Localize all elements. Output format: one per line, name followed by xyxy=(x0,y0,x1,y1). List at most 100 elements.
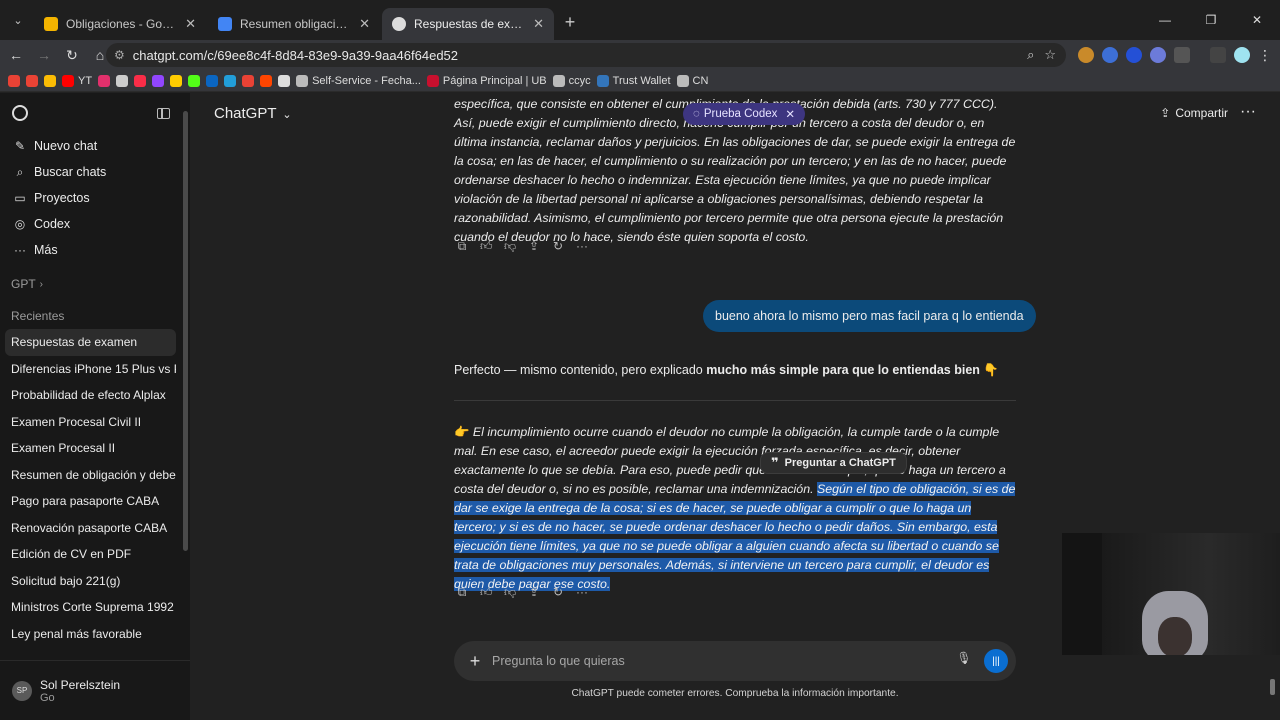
sidebar-item-new-chat[interactable]: ✎ Nuevo chat xyxy=(0,133,190,159)
chat-history-item[interactable]: Pago para pasaporte CABA xyxy=(5,488,176,515)
forward-icon[interactable]: → xyxy=(32,43,56,67)
sidebar-item-more[interactable]: ··· Más xyxy=(0,237,190,263)
bookmark-item[interactable] xyxy=(170,74,183,87)
codex-promo-pill[interactable]: ◌ Prueba Codex ✕ xyxy=(683,103,806,125)
window-close-icon[interactable]: ✕ xyxy=(1234,0,1280,40)
bookmark-item[interactable] xyxy=(44,74,56,87)
restore-icon[interactable]: ❐ xyxy=(1188,0,1234,40)
chat-history-item[interactable]: Ministros Corte Suprema 1992 xyxy=(5,594,176,621)
bookmark-item[interactable]: ccyc xyxy=(552,74,591,87)
bookmark-item[interactable] xyxy=(26,74,38,87)
chat-history-item[interactable]: Renovación pasaporte CABA xyxy=(5,515,176,542)
chatgpt-icon xyxy=(392,17,406,31)
more-options-icon[interactable]: ··· xyxy=(1240,103,1256,121)
share-icon[interactable]: ⇪ xyxy=(528,585,540,600)
user-profile[interactable]: SP Sol Perelsztein Go xyxy=(0,660,190,720)
bookmark-item[interactable] xyxy=(242,74,255,87)
zoom-icon[interactable]: ⌕ xyxy=(1027,47,1034,63)
thumbs-down-icon[interactable]: 👎︎ xyxy=(504,585,516,600)
bookmark-label: YT xyxy=(78,74,93,87)
chat-history-item[interactable]: Edición de CV en PDF xyxy=(5,541,176,568)
bookmark-favicon-icon xyxy=(170,74,183,87)
tab-groups-icon[interactable] xyxy=(1210,47,1226,63)
extension-icon[interactable] xyxy=(1150,47,1166,63)
sidebar-item-projects[interactable]: ▭ Proyectos xyxy=(0,185,190,211)
puzzle-icon[interactable] xyxy=(1174,47,1190,63)
add-attachment-icon[interactable]: + xyxy=(460,651,490,672)
close-icon[interactable]: ✕ xyxy=(185,16,196,32)
close-icon[interactable]: ✕ xyxy=(785,107,795,121)
close-icon[interactable]: ✕ xyxy=(359,16,370,32)
bookmarks-bar: YT Self-Service - Fecha... Página Principa… xyxy=(0,70,1280,92)
bookmark-item[interactable] xyxy=(152,74,165,87)
bookmark-item[interactable] xyxy=(116,74,129,87)
main-scrollbar[interactable] xyxy=(1270,679,1275,695)
bookmark-item[interactable] xyxy=(98,74,111,87)
site-info-icon[interactable]: ⚙ xyxy=(114,48,125,62)
sidebar-item-search[interactable]: ⌕ Buscar chats xyxy=(0,159,190,185)
ask-chatgpt-popup[interactable]: ❞ Preguntar a ChatGPT xyxy=(760,452,907,474)
tab-docs[interactable]: Resumen obligaciones - Docum ✕ xyxy=(208,8,380,40)
model-selector[interactable]: ChatGPT ⌄ xyxy=(214,105,292,122)
copy-icon[interactable]: ⧉ xyxy=(456,239,468,254)
assistant-message: 👉 El incumplimiento ocurre cuando el deu… xyxy=(454,423,1016,594)
bookmark-item[interactable] xyxy=(134,74,147,87)
chat-history-item[interactable]: Respuestas de examen xyxy=(5,329,176,356)
bookmark-item[interactable]: CN xyxy=(676,74,708,87)
bookmark-item[interactable]: Self-Service - Fecha... xyxy=(296,74,421,87)
chat-history-item[interactable]: Ley penal más favorable xyxy=(5,621,176,648)
share-icon[interactable]: ⇪ xyxy=(528,239,540,254)
prompt-input[interactable]: Pregunta lo que quieras xyxy=(492,654,954,668)
chat-history-item[interactable]: Solicitud bajo 221(g) xyxy=(5,568,176,595)
bookmark-item[interactable]: Trust Wallet xyxy=(596,74,671,87)
voice-mode-button[interactable]: ||| xyxy=(984,649,1008,673)
chat-history-item[interactable]: Diferencias iPhone 15 Plus vs Pro xyxy=(5,356,176,383)
bookmark-item[interactable] xyxy=(278,74,291,87)
more-dots-icon[interactable]: ··· xyxy=(576,585,588,600)
chat-history-item[interactable]: Examen Procesal Civil II xyxy=(5,409,176,436)
extension-icon[interactable] xyxy=(1102,47,1118,63)
bookmark-item[interactable] xyxy=(224,74,237,87)
recent-label: Recientes xyxy=(11,309,65,323)
back-icon[interactable]: ← xyxy=(4,43,28,67)
chat-history-item[interactable]: Probabilidad de efecto Alplax xyxy=(5,382,176,409)
thumbs-up-icon[interactable]: 👍︎ xyxy=(480,585,493,600)
bookmark-item[interactable]: Página Principal | UB xyxy=(426,74,547,87)
tab-search-icon[interactable]: ⌄ xyxy=(4,6,32,34)
bookmark-star-icon[interactable]: ☆ xyxy=(1044,47,1056,63)
browser-menu-icon[interactable]: ⋮ xyxy=(1258,47,1272,64)
chat-history-item[interactable]: Examen Procesal II xyxy=(5,435,176,462)
extension-icon[interactable] xyxy=(1078,47,1094,63)
share-button[interactable]: ⇪ Compartir xyxy=(1160,106,1228,120)
minimize-icon[interactable]: — xyxy=(1142,0,1188,40)
regenerate-icon[interactable]: ↻ xyxy=(552,585,564,600)
tab-chatgpt[interactable]: Respuestas de examen ✕ xyxy=(382,8,554,40)
extension-icon[interactable] xyxy=(1126,47,1142,63)
bookmark-item[interactable] xyxy=(8,74,20,87)
sidebar-toggle-icon[interactable] xyxy=(157,107,170,119)
bookmark-item[interactable] xyxy=(206,74,219,87)
selected-text[interactable]: Según el tipo de obligación, si es de da… xyxy=(454,482,1016,591)
thumbs-down-icon[interactable]: 👎︎ xyxy=(504,239,516,254)
url-input[interactable]: ⚙ chatgpt.com/c/69ee8c4f-8d84-83e9-9a39-… xyxy=(106,43,1066,67)
chat-history-item[interactable]: Resumen de obligación y deber xyxy=(5,462,176,489)
gpt-section[interactable]: GPT › xyxy=(0,271,190,297)
sidebar-scrollbar[interactable] xyxy=(183,111,188,551)
new-tab-button[interactable]: + xyxy=(556,8,584,36)
bookmark-item[interactable] xyxy=(188,74,201,87)
microphone-icon[interactable]: 🎙︎ xyxy=(954,651,974,671)
more-dots-icon[interactable]: ··· xyxy=(576,239,588,254)
bookmark-item[interactable] xyxy=(260,74,273,87)
webcam-overlay xyxy=(1062,533,1280,655)
regenerate-icon[interactable]: ↻ xyxy=(552,239,564,254)
sidebar-item-codex[interactable]: ◎ Codex xyxy=(0,211,190,237)
copy-icon[interactable]: ⧉ xyxy=(456,585,468,600)
bookmark-item[interactable]: YT xyxy=(62,74,93,87)
bookmark-label: Trust Wallet xyxy=(612,74,671,87)
profile-avatar-icon[interactable] xyxy=(1234,47,1250,63)
close-icon[interactable]: ✕ xyxy=(533,16,544,32)
openai-logo-icon[interactable] xyxy=(12,105,28,121)
thumbs-up-icon[interactable]: 👍︎ xyxy=(480,239,493,254)
reload-icon[interactable]: ↻ xyxy=(60,43,84,67)
tab-drive[interactable]: Obligaciones - Google Drive ✕ xyxy=(34,8,206,40)
